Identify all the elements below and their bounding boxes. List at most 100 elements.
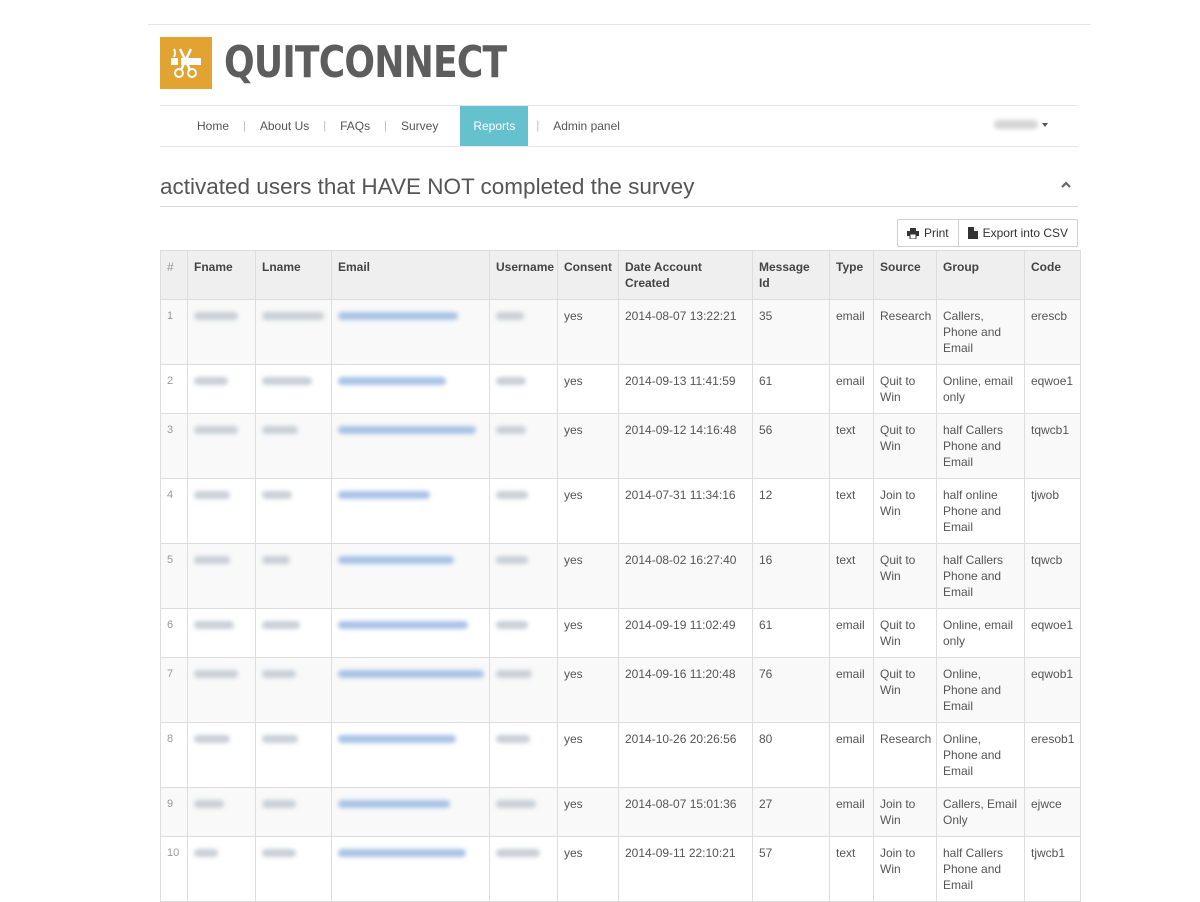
cell-code: ejwce — [1024, 787, 1081, 837]
cell-username-redacted — [489, 657, 558, 723]
redacted-text — [194, 376, 228, 385]
column-header[interactable]: Type — [829, 250, 874, 300]
cell-email-redacted — [331, 543, 490, 609]
nav-home[interactable]: Home — [183, 106, 243, 146]
export-label: Export into CSV — [982, 226, 1068, 240]
cell-username-redacted — [489, 608, 558, 658]
cell-group: Callers, Email Only — [936, 787, 1025, 837]
cell-message-id: 12 — [752, 478, 830, 544]
nav-admin-panel[interactable]: Admin panel — [539, 106, 634, 146]
nav-faqs[interactable]: FAQs — [326, 106, 384, 146]
redacted-text — [496, 311, 524, 320]
cell-email-redacted — [331, 657, 490, 723]
cell-consent: yes — [557, 836, 619, 902]
cell-index: 3 — [160, 413, 188, 479]
cell-fname-redacted — [187, 657, 256, 723]
redacted-text — [194, 620, 234, 629]
redacted-text — [338, 376, 446, 385]
cell-group: half Callers Phone and Email — [936, 836, 1025, 902]
column-header[interactable]: Username — [489, 250, 558, 300]
cell-username-redacted — [489, 364, 558, 414]
cell-message-id: 61 — [752, 364, 830, 414]
redacted-text — [262, 734, 298, 743]
cell-type: email — [829, 608, 874, 658]
cell-code: erescb — [1024, 299, 1081, 365]
cell-message-id: 76 — [752, 657, 830, 723]
redacted-text — [338, 311, 458, 320]
cell-message-id: 61 — [752, 608, 830, 658]
cell-fname-redacted — [187, 299, 256, 365]
cell-index: 9 — [160, 787, 188, 837]
cell-lname-redacted — [255, 364, 332, 414]
redacted-text — [338, 734, 456, 743]
cell-index: 7 — [160, 657, 188, 723]
table-row[interactable]: 6 yes 2014-09-19 11:02:49 61 email Quit to Wi… — [160, 608, 1081, 658]
scissors-logo-icon[interactable] — [160, 36, 212, 89]
column-header[interactable]: Group — [936, 250, 1025, 300]
column-header[interactable]: # — [160, 250, 188, 300]
nav-about-us[interactable]: About Us — [246, 106, 323, 146]
column-header[interactable]: Source — [873, 250, 937, 300]
cell-group: Online, Phone and Email — [936, 722, 1025, 788]
table-row[interactable]: 5 yes 2014-08-02 16:27:40 16 text Quit to Win… — [160, 543, 1081, 609]
brand-name[interactable]: QUITCONNECT — [224, 37, 507, 88]
cell-email-redacted — [331, 722, 490, 788]
table-row[interactable]: 9 yes 2014-08-07 15:01:36 27 email Join to Wi… — [160, 787, 1081, 837]
cell-index: 2 — [160, 364, 188, 414]
redacted-text — [194, 734, 230, 743]
table-row[interactable]: 10 yes 2014-09-11 22:10:21 57 text Join to Wi… — [160, 836, 1081, 902]
cell-type: text — [829, 478, 874, 544]
redacted-username — [994, 120, 1038, 129]
column-header[interactable]: Message Id — [752, 250, 830, 300]
cell-fname-redacted — [187, 722, 256, 788]
cell-code: eqwob1 — [1024, 657, 1081, 723]
column-header[interactable]: Fname — [187, 250, 256, 300]
cell-consent: yes — [557, 543, 619, 609]
cell-message-id: 35 — [752, 299, 830, 365]
cell-consent: yes — [557, 478, 619, 544]
table-body: 1 yes 2014-08-07 13:22:21 35 email Research Ca… — [160, 299, 1081, 902]
cell-lname-redacted — [255, 543, 332, 609]
redacted-text — [262, 799, 296, 808]
column-header[interactable]: Email — [331, 250, 490, 300]
column-header[interactable]: Date Account Created — [618, 250, 753, 300]
cell-lname-redacted — [255, 722, 332, 788]
chevron-up-icon[interactable] — [1060, 180, 1072, 190]
cell-source: Join to Win — [873, 478, 937, 544]
cell-source: Quit to Win — [873, 543, 937, 609]
cell-date-created: 2014-09-16 11:20:48 — [618, 657, 753, 723]
cell-message-id: 27 — [752, 787, 830, 837]
table-row[interactable]: 7 yes 2014-09-16 11:20:48 76 email Quit to Wi… — [160, 657, 1081, 723]
cell-username-redacted — [489, 787, 558, 837]
nav-reports[interactable]: Reports — [460, 106, 529, 146]
redacted-text — [338, 425, 476, 434]
export-csv-button[interactable]: Export into CSV — [958, 219, 1078, 247]
print-button[interactable]: Print — [896, 219, 959, 247]
cell-message-id: 57 — [752, 836, 830, 902]
cell-consent: yes — [557, 722, 619, 788]
cell-source: Research — [873, 722, 937, 788]
nav-items: Home | About Us | FAQs | Survey Reports … — [183, 106, 634, 146]
redacted-text — [496, 555, 528, 564]
table-row[interactable]: 4 yes 2014-07-31 11:34:16 12 text Join to Win… — [160, 478, 1081, 544]
cell-email-redacted — [331, 364, 490, 414]
redacted-text — [262, 555, 290, 564]
redacted-text — [338, 669, 484, 678]
file-icon — [967, 227, 978, 239]
table-row[interactable]: 1 yes 2014-08-07 13:22:21 35 email Research Ca… — [160, 299, 1081, 365]
redacted-text — [338, 620, 468, 629]
nav-survey[interactable]: Survey — [387, 106, 452, 146]
table-row[interactable]: 2 yes 2014-09-13 11:41:59 61 email Quit to Wi… — [160, 364, 1081, 414]
cell-source: Research — [873, 299, 937, 365]
cell-consent: yes — [557, 787, 619, 837]
table-row[interactable]: 8 yes 2014-10-26 20:26:56 80 email Research On… — [160, 722, 1081, 788]
redacted-text — [338, 848, 466, 857]
column-header[interactable]: Code — [1024, 250, 1081, 300]
table-row[interactable]: 3 yes 2014-09-12 14:16:48 56 text Quit to Win… — [160, 413, 1081, 479]
cell-consent: yes — [557, 364, 619, 414]
column-header[interactable]: Lname — [255, 250, 332, 300]
user-menu-dropdown[interactable] — [994, 120, 1048, 129]
cell-email-redacted — [331, 787, 490, 837]
cell-type: email — [829, 787, 874, 837]
column-header[interactable]: Consent — [557, 250, 619, 300]
